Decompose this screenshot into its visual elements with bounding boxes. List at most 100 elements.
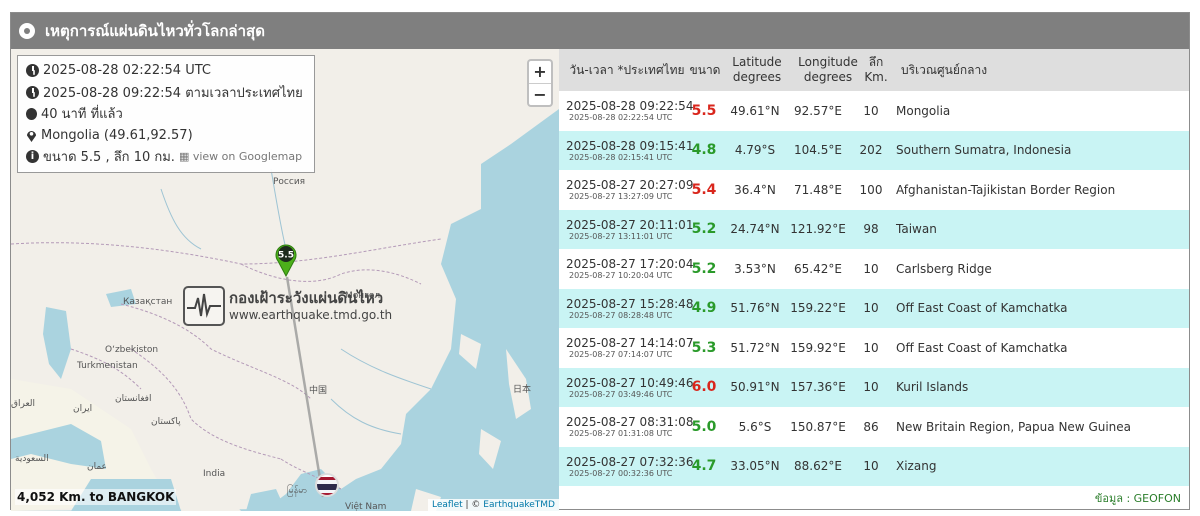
time-cell: 2025-08-28 09:22:54 2025-08-28 02:22:54 … bbox=[566, 91, 693, 131]
depth: 10 bbox=[863, 301, 879, 316]
region: Off East Coast of Kamchatka bbox=[896, 301, 1068, 316]
time-cell: 2025-08-27 07:32:36 2025-08-27 00:32:36 … bbox=[566, 447, 693, 487]
thai-time: 2025-08-27 14:14:07 bbox=[566, 336, 694, 351]
zoom-in-button[interactable]: + bbox=[529, 61, 551, 83]
info-utc-row: 2025-08-28 02:22:54 UTC bbox=[26, 60, 306, 82]
googlemap-link[interactable]: ▦ view on Googlemap bbox=[179, 150, 302, 163]
thai-time: 2025-08-27 17:20:04 bbox=[566, 257, 694, 272]
label-vietnam: Việt Nam bbox=[345, 502, 387, 511]
latitude: 3.53°N bbox=[734, 261, 776, 276]
utc-time: 2025-08-27 08:28:48 UTC bbox=[569, 310, 673, 320]
label-japan: 日本 bbox=[513, 385, 532, 395]
googlemap-link-label: view on Googlemap bbox=[192, 150, 303, 164]
region: Off East Coast of Kamchatka bbox=[896, 340, 1068, 355]
table-row[interactable]: 2025-08-27 07:32:36 2025-08-27 00:32:36 … bbox=[559, 446, 1189, 487]
time-cell: 2025-08-27 17:20:04 2025-08-27 10:20:04 … bbox=[566, 249, 693, 289]
longitude: 157.36°E bbox=[790, 380, 846, 395]
table-row[interactable]: 2025-08-27 15:28:48 2025-08-27 08:28:48 … bbox=[559, 288, 1189, 329]
watermark-url: www.earthquake.tmd.go.th bbox=[229, 308, 393, 322]
table-body: 2025-08-28 09:22:54 2025-08-28 02:22:54 … bbox=[559, 91, 1189, 486]
earthquaketmd-link[interactable]: EarthquakeTMD bbox=[483, 500, 555, 510]
longitude: 88.62°E bbox=[794, 459, 842, 474]
epicenter-marker[interactable]: 5.5 bbox=[275, 243, 297, 278]
utc-time: 2025-08-27 00:32:36 UTC bbox=[569, 468, 673, 478]
region: New Britain Region, Papua New Guinea bbox=[896, 419, 1132, 434]
label-kazakhstan: Казақстан bbox=[123, 297, 173, 307]
table-row[interactable]: 2025-08-27 20:27:09 2025-08-27 13:27:09 … bbox=[559, 170, 1189, 210]
stopwatch-icon bbox=[26, 107, 37, 120]
distance-to-bangkok: 4,052 Km. to BANGKOK bbox=[15, 489, 177, 505]
time-cell: 2025-08-27 20:11:01 2025-08-27 13:11:01 … bbox=[566, 210, 693, 250]
depth: 86 bbox=[863, 419, 879, 434]
table-row[interactable]: 2025-08-28 09:15:41 2025-08-28 02:15:41 … bbox=[559, 130, 1189, 170]
magnitude: 6.0 bbox=[691, 379, 717, 396]
thai-time: 2025-08-28 09:22:54 bbox=[566, 99, 694, 114]
depth: 202 bbox=[859, 143, 883, 158]
time-cell: 2025-08-27 10:49:46 2025-08-27 03:49:46 … bbox=[566, 368, 693, 408]
latitude: 49.61°N bbox=[730, 103, 780, 118]
table-row[interactable]: 2025-08-27 17:20:04 2025-08-27 10:20:04 … bbox=[559, 249, 1189, 289]
thai-time: 2025-08-27 08:31:08 bbox=[566, 415, 694, 430]
table-row[interactable]: 2025-08-27 14:14:07 2025-08-27 07:14:07 … bbox=[559, 328, 1189, 368]
info-location-row: Mongolia (49.61,92.57) bbox=[26, 125, 306, 147]
region: Mongolia bbox=[896, 103, 951, 118]
info-summary-row: i ขนาด 5.5 , ลึก 10 กม. ▦ view on Google… bbox=[26, 146, 306, 168]
info-utc-time: 2025-08-28 02:22:54 UTC bbox=[43, 63, 211, 79]
info-icon: i bbox=[26, 150, 39, 164]
info-elapsed-row: 40 นาที ที่แล้ว bbox=[26, 103, 306, 125]
thai-time: 2025-08-27 15:28:48 bbox=[566, 296, 694, 311]
label-russia: Россия bbox=[273, 177, 306, 187]
longitude: 104.5°E bbox=[794, 143, 842, 158]
clock-icon bbox=[26, 64, 39, 78]
label-india: India bbox=[203, 469, 226, 479]
magnitude: 5.2 bbox=[691, 260, 717, 277]
panel-header: เหตุการณ์แผ่นดินไหวทั่วโลกล่าสุด bbox=[11, 13, 1189, 49]
leaflet-link[interactable]: Leaflet bbox=[432, 500, 463, 510]
latitude: 50.91°N bbox=[730, 380, 780, 395]
utc-time: 2025-08-27 03:49:46 UTC bbox=[569, 389, 673, 399]
utc-time: 2025-08-27 13:11:01 UTC bbox=[569, 231, 673, 241]
time-cell: 2025-08-27 15:28:48 2025-08-27 08:28:48 … bbox=[566, 289, 693, 329]
bangkok-flag-icon[interactable] bbox=[315, 473, 339, 497]
latitude: 24.74°N bbox=[730, 222, 780, 237]
utc-time: 2025-08-27 07:14:07 UTC bbox=[569, 350, 673, 360]
magnitude: 5.3 bbox=[691, 339, 717, 356]
magnitude: 5.4 bbox=[691, 181, 717, 198]
longitude: 159.22°E bbox=[790, 301, 846, 316]
latitude: 36.4°N bbox=[734, 182, 776, 197]
seismograph-logo-icon bbox=[183, 286, 225, 326]
depth: 10 bbox=[863, 340, 879, 355]
time-cell: 2025-08-27 08:31:08 2025-08-27 01:31:08 … bbox=[566, 407, 693, 447]
table-row[interactable]: 2025-08-27 10:49:46 2025-08-27 03:49:46 … bbox=[559, 367, 1189, 408]
utc-time: 2025-08-27 01:31:08 UTC bbox=[569, 429, 673, 439]
record-icon bbox=[19, 23, 35, 39]
label-saudi: السعودية bbox=[15, 454, 49, 464]
watermark-title: กองเฝ้าระวังแผ่นดินไหว bbox=[229, 289, 384, 307]
table-row[interactable]: 2025-08-27 20:11:01 2025-08-27 13:11:01 … bbox=[559, 209, 1189, 250]
magnitude: 4.9 bbox=[691, 300, 717, 317]
map-attribution: Leaflet | © EarthquakeTMD bbox=[428, 499, 559, 511]
magnitude: 4.7 bbox=[691, 458, 717, 475]
magnitude: 4.8 bbox=[691, 142, 717, 159]
info-location: Mongolia (49.61,92.57) bbox=[41, 127, 193, 143]
utc-time: 2025-08-27 10:20:04 UTC bbox=[569, 271, 673, 281]
header-magnitude: ขนาด bbox=[689, 62, 721, 77]
region: Taiwan bbox=[896, 222, 937, 237]
header-latitude: Latitude degrees bbox=[732, 55, 782, 84]
zoom-out-button[interactable]: − bbox=[529, 83, 551, 105]
label-turkmenistan: Turkmenistan bbox=[77, 361, 138, 371]
time-cell: 2025-08-27 14:14:07 2025-08-27 07:14:07 … bbox=[566, 328, 693, 368]
event-info-box: 2025-08-28 02:22:54 UTC 2025-08-28 09:22… bbox=[17, 55, 315, 173]
earthquake-map[interactable]: Россия Казақстан Монгол O‘zbekiston Turk… bbox=[11, 49, 559, 511]
depth: 10 bbox=[863, 261, 879, 276]
tmd-watermark: กองเฝ้าระวังแผ่นดินไหว www.earthquake.tm… bbox=[183, 286, 392, 326]
table-row[interactable]: 2025-08-27 08:31:08 2025-08-27 01:31:08 … bbox=[559, 407, 1189, 447]
latitude: 5.6°S bbox=[738, 419, 772, 434]
zoom-control: + − bbox=[527, 59, 553, 107]
magnitude: 5.0 bbox=[691, 418, 717, 435]
magnitude: 5.5 bbox=[691, 102, 717, 119]
utc-time: 2025-08-27 13:27:09 UTC bbox=[569, 192, 673, 202]
longitude: 159.92°E bbox=[790, 340, 846, 355]
table-row[interactable]: 2025-08-28 09:22:54 2025-08-28 02:22:54 … bbox=[559, 91, 1189, 131]
region: Southern Sumatra, Indonesia bbox=[896, 143, 1072, 158]
